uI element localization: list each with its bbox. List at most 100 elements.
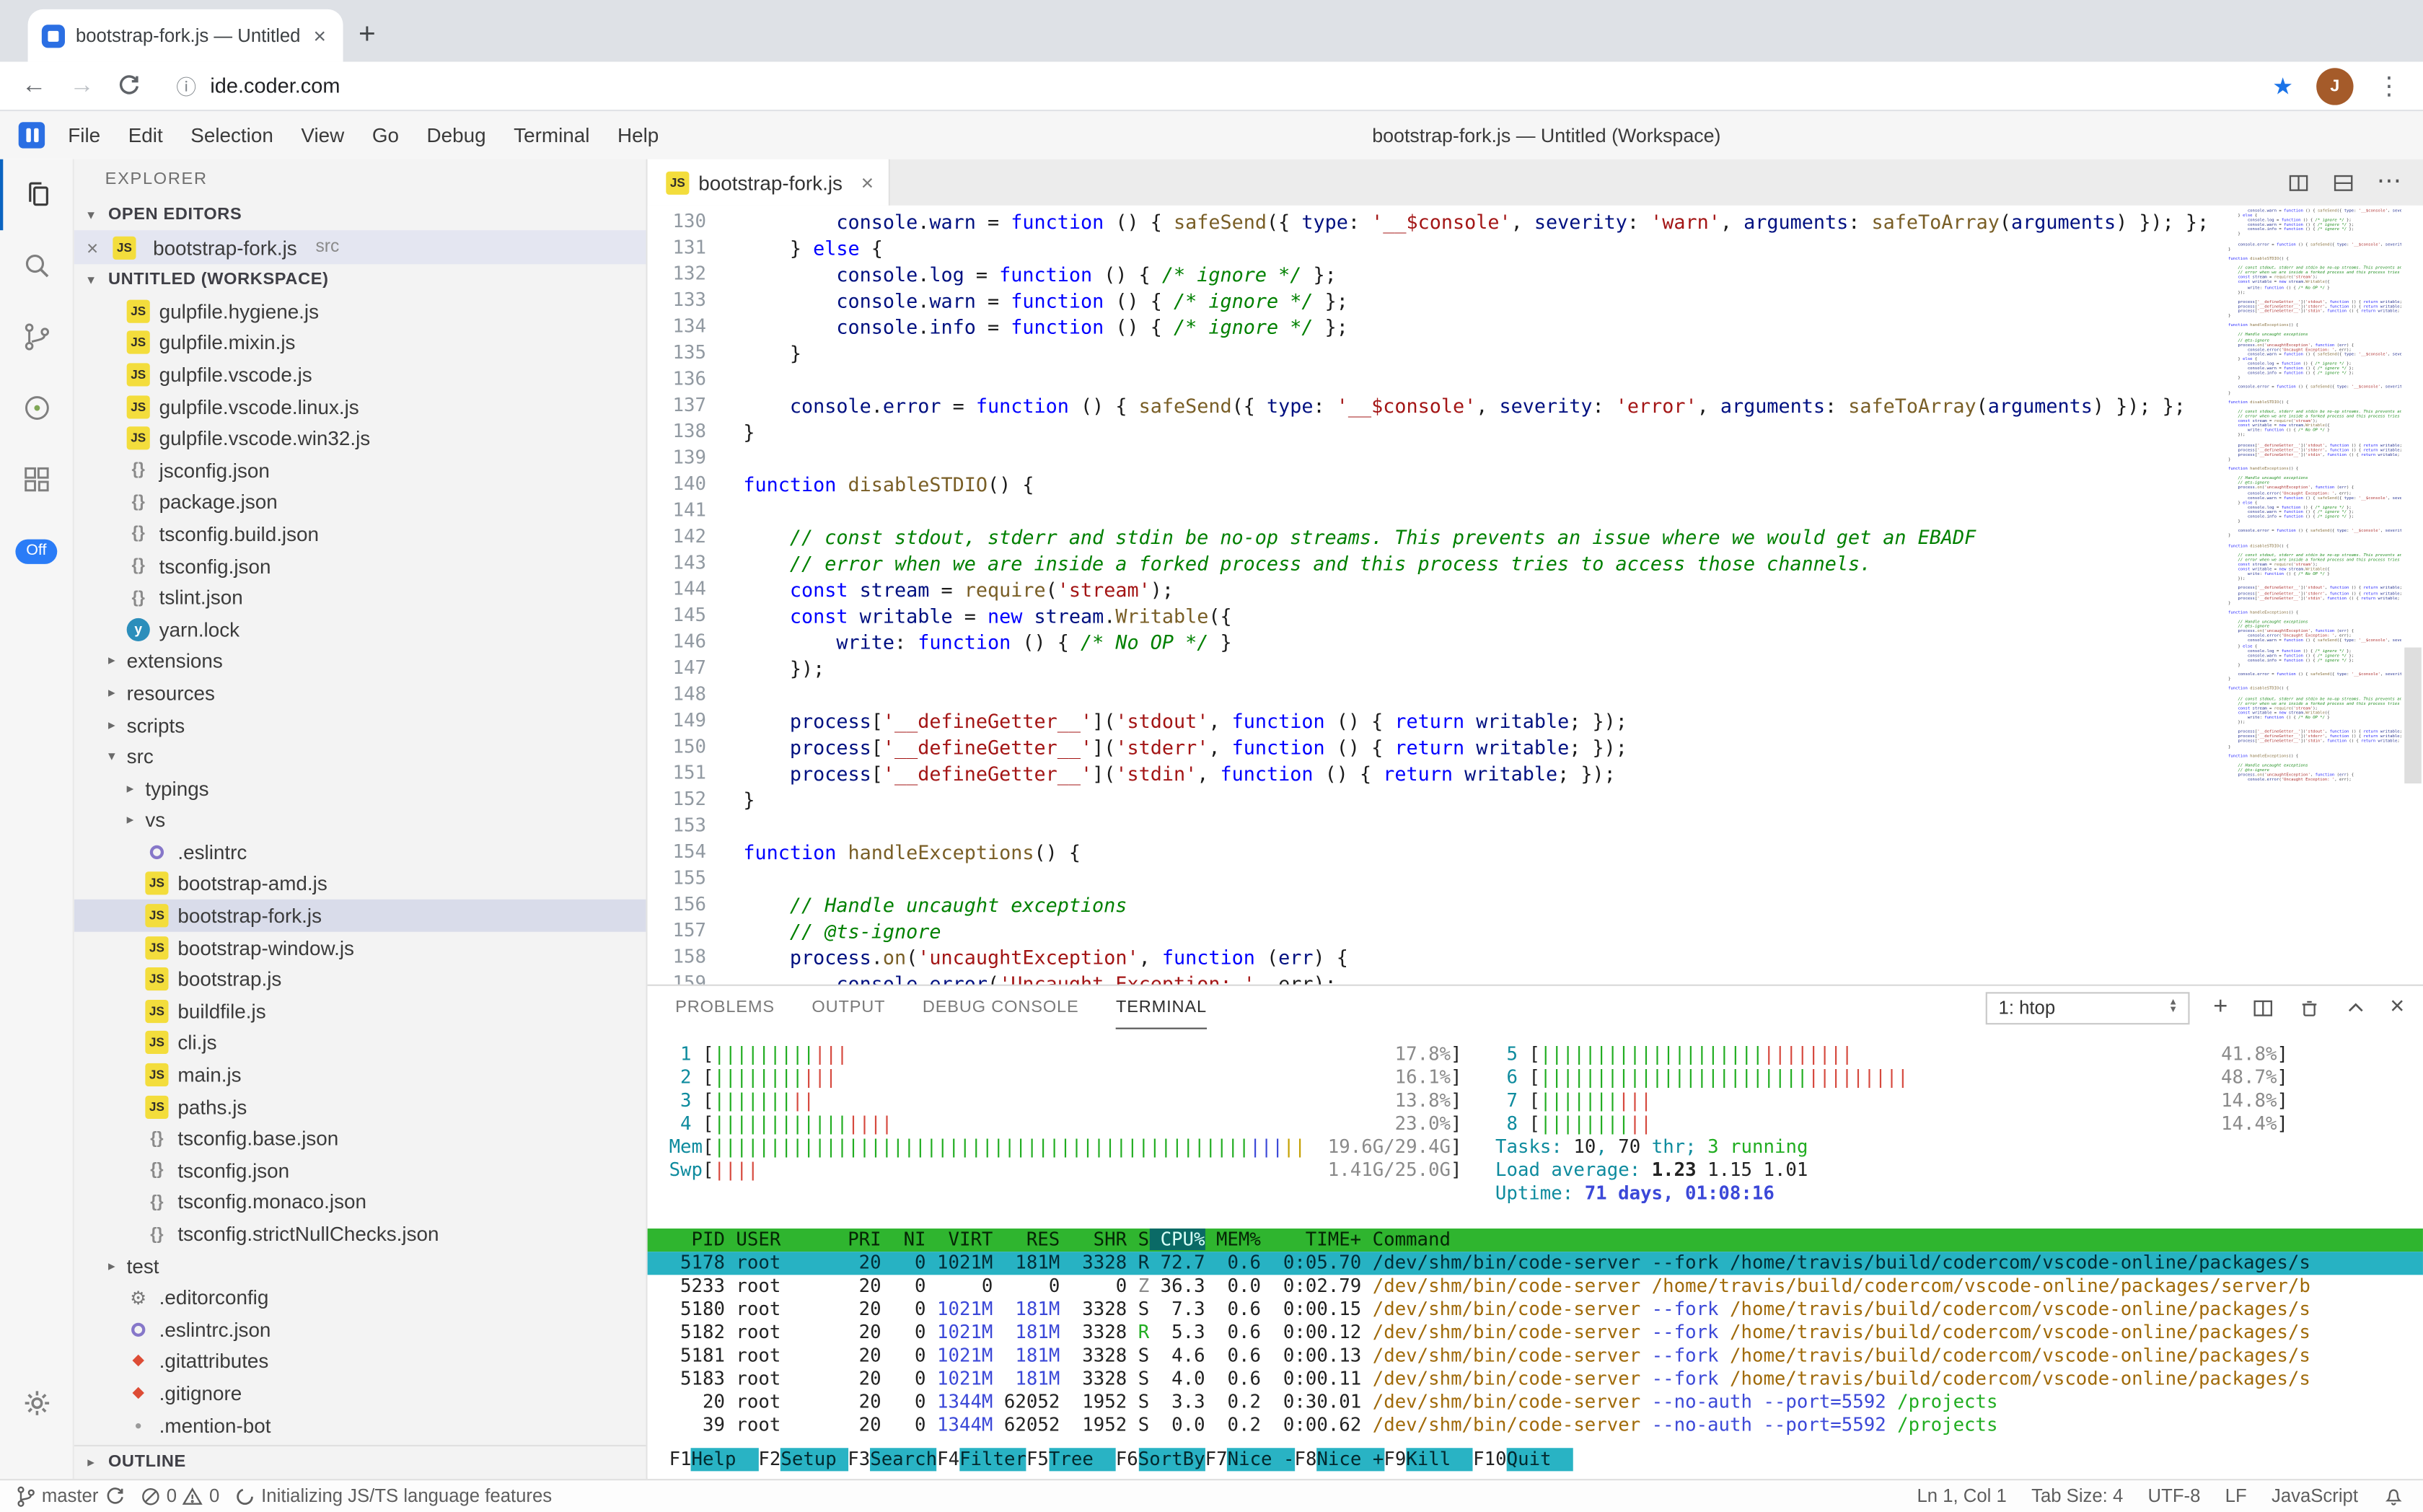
tree-item-tsconfig.monaco.json[interactable]: {}tsconfig.monaco.json xyxy=(74,1186,646,1218)
workspace-section[interactable]: ▾ UNTITLED (WORKSPACE) xyxy=(74,264,646,295)
tree-item-resources[interactable]: ▸resources xyxy=(74,677,646,709)
branch-indicator[interactable]: master xyxy=(15,1485,124,1508)
tree-item-package.json[interactable]: {}package.json xyxy=(74,486,646,518)
fkey-F5-label[interactable]: Tree xyxy=(1049,1448,1116,1471)
tree-item-bootstrap.js[interactable]: JSbootstrap.js xyxy=(74,964,646,995)
panel-tab-debug-console[interactable]: DEBUG CONSOLE xyxy=(923,986,1079,1029)
problems-indicator[interactable]: 0 0 xyxy=(140,1485,219,1507)
fkey-F1[interactable]: F1 xyxy=(669,1448,692,1471)
code-editor[interactable]: 130 console.warn = function () { safeSen… xyxy=(648,206,2423,985)
menu-debug[interactable]: Debug xyxy=(413,111,500,159)
new-terminal-icon[interactable]: + xyxy=(2213,995,2228,1020)
tree-item-.eslintrc[interactable]: .eslintrc xyxy=(74,836,646,868)
fkey-F7-label[interactable]: Nice - xyxy=(1228,1448,1295,1471)
maximize-panel-icon[interactable] xyxy=(2344,996,2367,1019)
tab-close-icon[interactable]: × xyxy=(861,170,874,195)
tree-item-.editorconfig[interactable]: ⚙.editorconfig xyxy=(74,1282,646,1314)
tree-item-gulpfile.vscode.linux.js[interactable]: JSgulpfile.vscode.linux.js xyxy=(74,391,646,423)
search-icon[interactable] xyxy=(0,230,74,302)
tree-item-tsconfig.strictNullChecks.json[interactable]: {}tsconfig.strictNullChecks.json xyxy=(74,1218,646,1250)
fkey-F10[interactable]: F10 xyxy=(1473,1448,1506,1471)
menu-terminal[interactable]: Terminal xyxy=(500,111,604,159)
tree-item-cli.js[interactable]: JScli.js xyxy=(74,1027,646,1059)
more-actions-icon[interactable]: ⋯ xyxy=(2377,170,2401,195)
tree-item-src[interactable]: ▾src xyxy=(74,741,646,773)
tree-item-bootstrap-amd.js[interactable]: JSbootstrap-amd.js xyxy=(74,868,646,900)
url-text[interactable]: ide.coder.com xyxy=(210,74,340,97)
menu-file[interactable]: File xyxy=(54,111,114,159)
tree-item-buildfile.js[interactable]: JSbuildfile.js xyxy=(74,995,646,1027)
fkey-F3-label[interactable]: Search xyxy=(870,1448,937,1471)
fkey-F2[interactable]: F2 xyxy=(758,1448,780,1471)
fkey-F1-label[interactable]: Help xyxy=(692,1448,759,1471)
fkey-F8-label[interactable]: Nice + xyxy=(1316,1448,1384,1471)
editor-scrollbar[interactable] xyxy=(2404,648,2422,784)
open-editors-section[interactable]: ▾ OPEN EDITORS xyxy=(74,199,646,230)
tree-item-tsconfig.json[interactable]: {}tsconfig.json xyxy=(74,550,646,581)
tree-item-vs[interactable]: ▸vs xyxy=(74,804,646,836)
fkey-F8[interactable]: F8 xyxy=(1294,1448,1316,1471)
address-bar[interactable]: ⓘ ide.coder.com xyxy=(164,71,2249,101)
bookmark-star-icon[interactable]: ★ xyxy=(2272,72,2293,100)
panel-tab-terminal[interactable]: TERMINAL xyxy=(1116,986,1207,1029)
tree-item-yarn.lock[interactable]: yyarn.lock xyxy=(74,613,646,645)
fkey-F6[interactable]: F6 xyxy=(1116,1448,1138,1471)
eol[interactable]: LF xyxy=(2225,1485,2247,1507)
tree-item-gulpfile.vscode.js[interactable]: JSgulpfile.vscode.js xyxy=(74,359,646,390)
close-panel-icon[interactable]: × xyxy=(2390,995,2404,1020)
close-icon[interactable]: × xyxy=(87,236,105,259)
fkey-F10-label[interactable]: Quit xyxy=(1507,1448,1574,1471)
terminal-select[interactable]: 1: htop ▲▼ xyxy=(1986,991,2190,1024)
site-info-icon[interactable]: ⓘ xyxy=(176,71,196,101)
tree-item-.mention-bot[interactable]: ●.mention-bot xyxy=(74,1409,646,1441)
terminal-output[interactable]: 1 [|||||||||||| 17.8%] 5 [||||||||||||||… xyxy=(648,1029,2423,1449)
tree-item-.eslintrc.json[interactable]: .eslintrc.json xyxy=(74,1314,646,1345)
minimap[interactable]: console.warn = function () { safeSend({ … xyxy=(2228,208,2401,981)
fkey-F3[interactable]: F3 xyxy=(848,1448,870,1471)
encoding[interactable]: UTF-8 xyxy=(2148,1485,2201,1507)
tree-item-bootstrap-window.js[interactable]: JSbootstrap-window.js xyxy=(74,931,646,963)
tree-item-tsconfig.json[interactable]: {}tsconfig.json xyxy=(74,1154,646,1186)
outline-section[interactable]: ▸ OUTLINE xyxy=(74,1444,646,1478)
tree-item-gulpfile.vscode.win32.js[interactable]: JSgulpfile.vscode.win32.js xyxy=(74,423,646,454)
tree-item-gulpfile.mixin.js[interactable]: JSgulpfile.mixin.js xyxy=(74,327,646,359)
tab-size[interactable]: Tab Size: 4 xyxy=(2031,1485,2123,1507)
explorer-activity-icon[interactable] xyxy=(0,159,74,231)
tree-item-tslint.json[interactable]: {}tslint.json xyxy=(74,581,646,613)
tree-item-bootstrap-fork.js[interactable]: JSbootstrap-fork.js xyxy=(74,900,646,931)
cursor-position[interactable]: Ln 1, Col 1 xyxy=(1917,1485,2006,1507)
menu-edit[interactable]: Edit xyxy=(114,111,177,159)
settings-gear-icon[interactable] xyxy=(0,1367,74,1438)
new-tab-button[interactable]: + xyxy=(359,20,376,50)
kill-terminal-icon[interactable] xyxy=(2297,996,2321,1019)
menu-selection[interactable]: Selection xyxy=(177,111,287,159)
tree-item-gulpfile.hygiene.js[interactable]: JSgulpfile.hygiene.js xyxy=(74,295,646,327)
sync-icon[interactable] xyxy=(105,1486,125,1506)
menu-view[interactable]: View xyxy=(287,111,358,159)
refresh-icon[interactable] xyxy=(118,74,141,97)
tree-item-tsconfig.build.json[interactable]: {}tsconfig.build.json xyxy=(74,518,646,550)
avatar[interactable]: J xyxy=(2316,67,2353,104)
off-badge[interactable]: Off xyxy=(15,540,57,564)
browser-tab[interactable]: bootstrap-fork.js — Untitled (W × xyxy=(28,9,343,62)
open-editor-item[interactable]: × JS bootstrap-fork.js src xyxy=(74,230,646,264)
back-icon[interactable]: ← xyxy=(22,74,46,98)
fkey-F9-label[interactable]: Kill xyxy=(1406,1448,1473,1471)
editor-tab[interactable]: JS bootstrap-fork.js × xyxy=(648,159,891,206)
split-editor-icon[interactable] xyxy=(2287,171,2310,194)
panel-tab-output[interactable]: OUTPUT xyxy=(812,986,885,1029)
fkey-F6-label[interactable]: SortBy xyxy=(1138,1448,1205,1471)
menu-help[interactable]: Help xyxy=(604,111,673,159)
fkey-F4-label[interactable]: Filter xyxy=(959,1448,1026,1471)
panel-tab-problems[interactable]: PROBLEMS xyxy=(675,986,775,1029)
fkey-F4[interactable]: F4 xyxy=(937,1448,959,1471)
fkey-F7[interactable]: F7 xyxy=(1205,1448,1228,1471)
fkey-F2-label[interactable]: Setup xyxy=(780,1448,848,1471)
language-mode[interactable]: JavaScript xyxy=(2272,1485,2358,1507)
source-control-icon[interactable] xyxy=(0,302,74,373)
browser-menu-icon[interactable]: ⋮ xyxy=(2377,70,2401,101)
tree-item-scripts[interactable]: ▸scripts xyxy=(74,709,646,741)
tree-item-extensions[interactable]: ▸extensions xyxy=(74,645,646,677)
extensions-icon[interactable] xyxy=(0,444,74,515)
menu-go[interactable]: Go xyxy=(359,111,413,159)
